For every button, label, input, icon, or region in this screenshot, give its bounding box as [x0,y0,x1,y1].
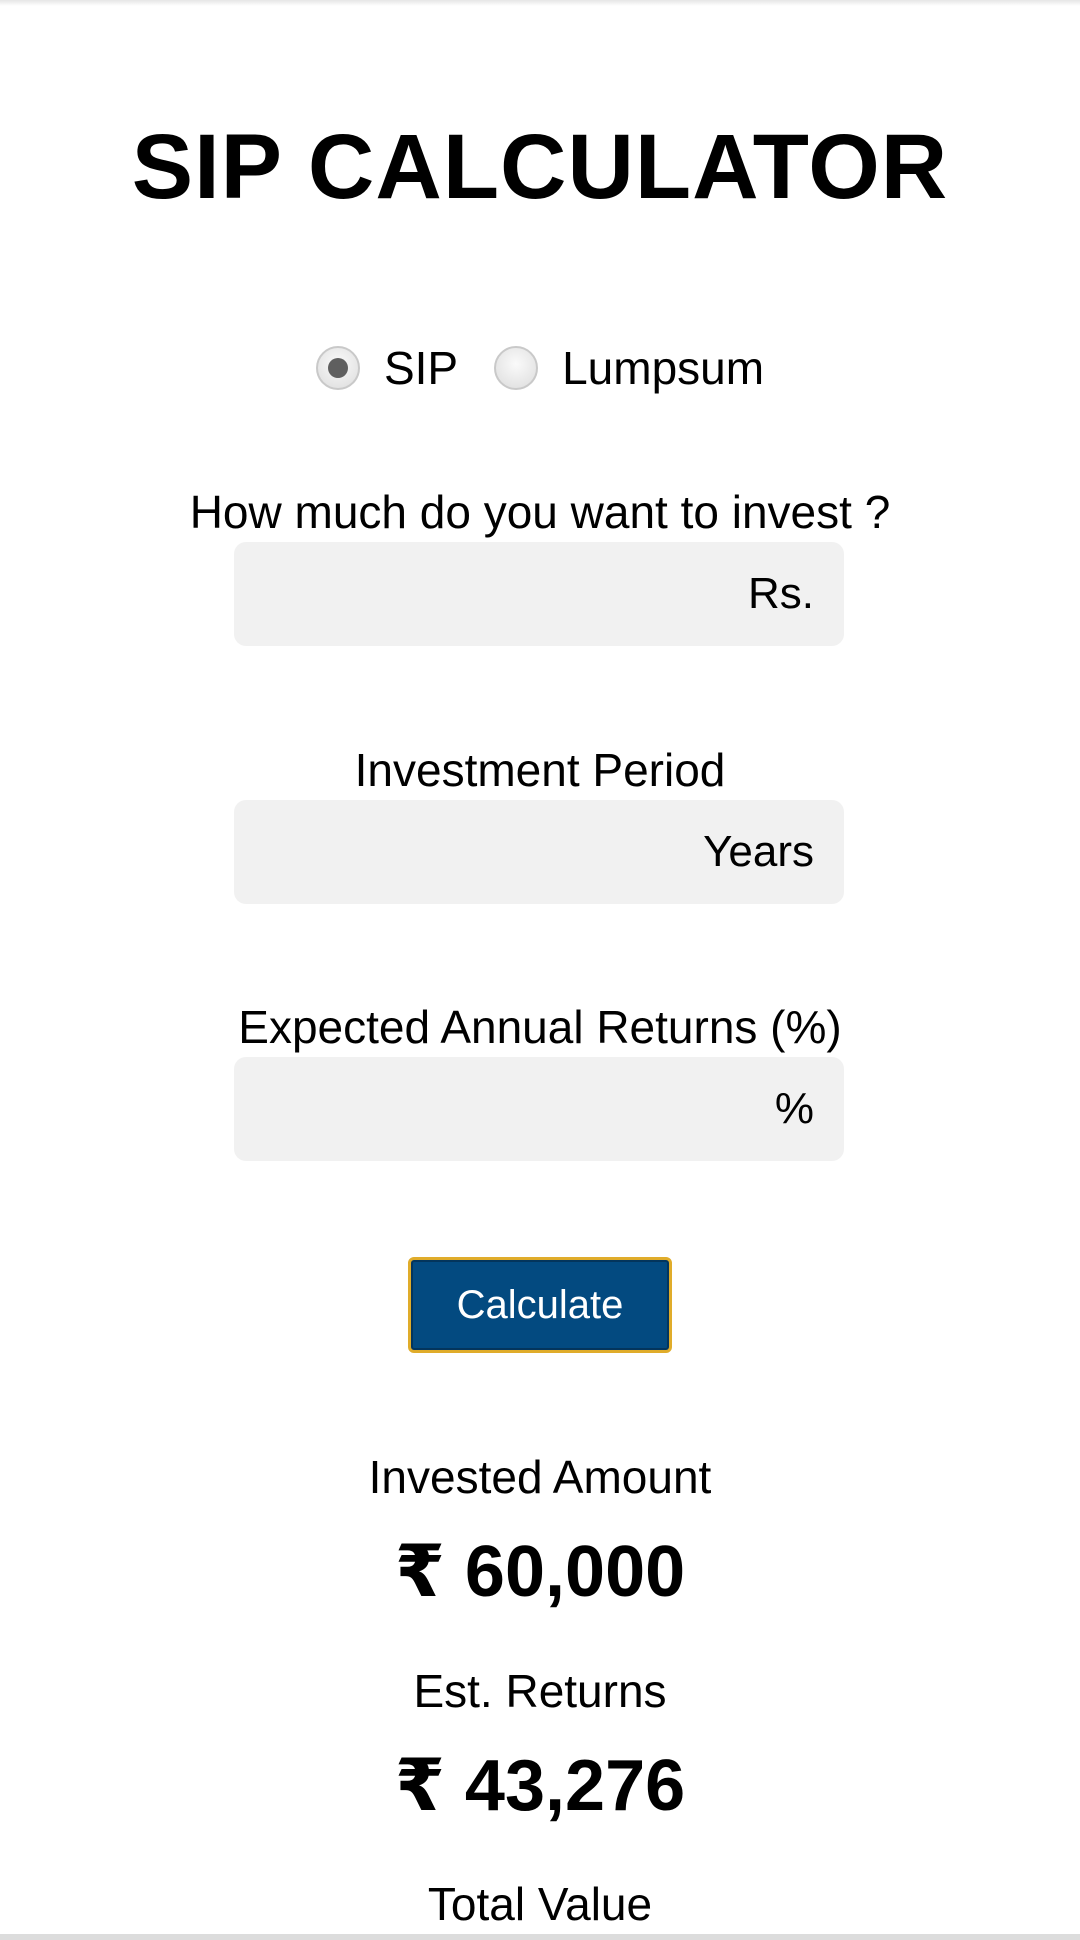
period-input[interactable] [264,826,698,878]
amount-label: How much do you want to invest ? [189,486,891,538]
radio-sip[interactable] [315,346,360,390]
radio-option-lumpsum[interactable]: Lumpsum [494,341,764,395]
est-returns-label: Est. Returns [413,1665,667,1717]
period-suffix: Years [703,827,814,876]
period-label: Investment Period [354,744,726,796]
period-input-box[interactable]: Years [234,800,844,904]
est-returns-value: ₹ 43,276 [394,1746,686,1826]
invested-amount-label: Invested Amount [368,1451,712,1503]
radio-selected-dot [327,358,348,378]
top-edge [0,0,1080,6]
radio-sip-label[interactable]: SIP [384,341,458,395]
calculate-button[interactable]: Calculate [408,1257,672,1353]
mode-selector: SIP Lumpsum [0,338,1080,398]
page-title: SIP CALCULATOR [131,116,949,218]
amount-input-box[interactable]: Rs. [234,542,844,646]
radio-lumpsum-label[interactable]: Lumpsum [562,341,764,395]
amount-suffix: Rs. [748,569,814,618]
radio-option-sip[interactable]: SIP [315,341,494,395]
bottom-edge [0,1934,1080,1940]
radio-lumpsum[interactable] [494,346,539,390]
returns-input-box[interactable]: % [234,1057,844,1161]
returns-input[interactable] [264,1083,769,1135]
invested-amount-value: ₹ 60,000 [394,1532,686,1612]
total-value-label: Total Value [427,1878,653,1930]
returns-label: Expected Annual Returns (%) [238,1001,842,1053]
returns-suffix: % [774,1084,814,1133]
amount-input[interactable] [264,568,742,620]
